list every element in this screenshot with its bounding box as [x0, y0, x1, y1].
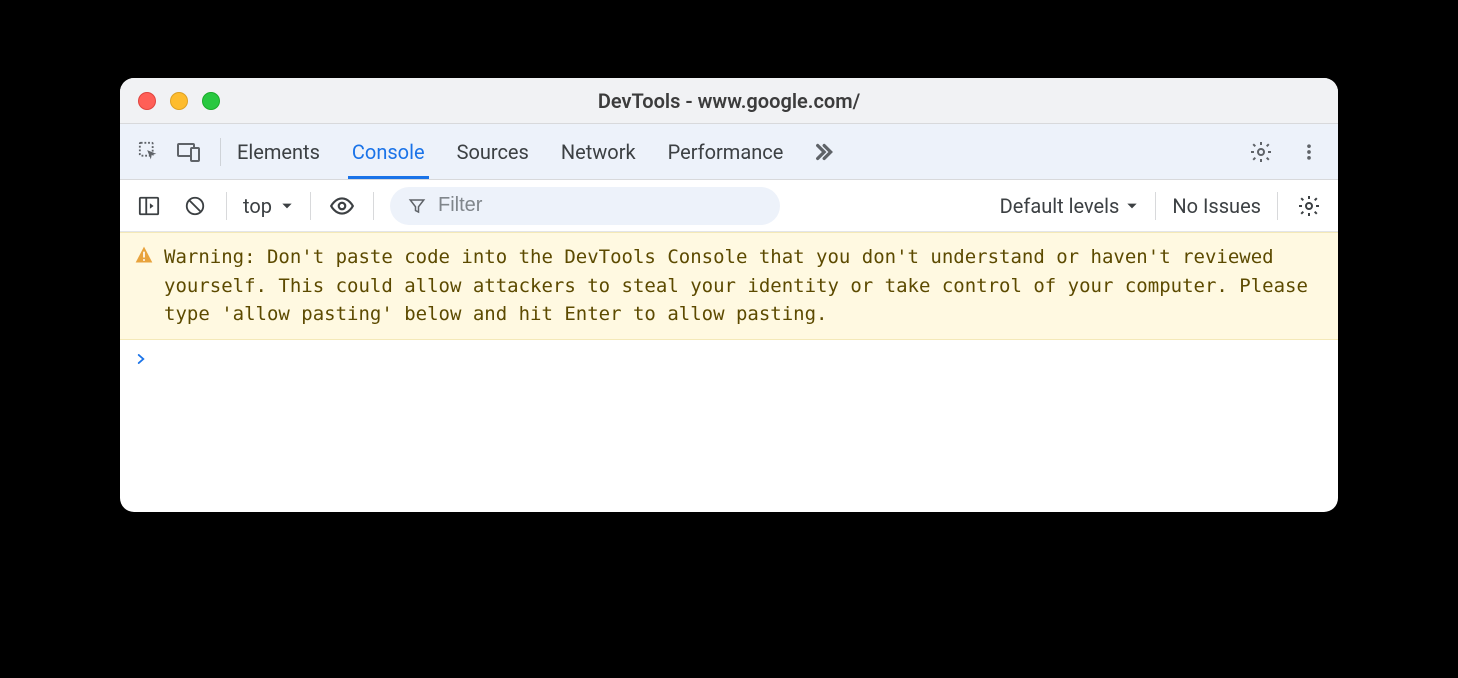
filter-box[interactable] — [390, 187, 780, 225]
kebab-menu-icon[interactable] — [1294, 137, 1324, 167]
device-toolbar-icon[interactable] — [174, 137, 204, 167]
chevron-down-icon — [280, 199, 294, 213]
log-levels-selector[interactable]: Default levels — [1000, 194, 1140, 218]
window-controls — [138, 92, 220, 110]
console-prompt[interactable] — [120, 340, 1338, 378]
filter-icon — [408, 197, 426, 215]
levels-label: Default levels — [1000, 194, 1120, 218]
divider — [310, 192, 311, 220]
warning-icon — [134, 245, 154, 329]
titlebar: DevTools - www.google.com/ — [120, 78, 1338, 124]
more-tabs-icon[interactable] — [807, 137, 837, 167]
tab-network[interactable]: Network — [561, 124, 636, 179]
console-toolbar: top Default levels No Issues — [120, 180, 1338, 232]
toggle-drawer-icon[interactable] — [134, 191, 164, 221]
console-warning-row: Warning: Don't paste code into the DevTo… — [120, 232, 1338, 340]
maximize-window-button[interactable] — [202, 92, 220, 110]
tab-console[interactable]: Console — [352, 124, 425, 179]
chevron-down-icon — [1125, 199, 1139, 213]
main-tabstrip: Elements Console Sources Network Perform… — [120, 124, 1338, 180]
warning-text: Warning: Don't paste code into the DevTo… — [164, 243, 1324, 329]
devtools-window: DevTools - www.google.com/ Elements Cons… — [120, 78, 1338, 512]
clear-console-icon[interactable] — [180, 191, 210, 221]
prompt-chevron-icon — [134, 352, 148, 366]
divider — [1277, 192, 1278, 220]
settings-icon[interactable] — [1246, 137, 1276, 167]
tabs: Elements Console Sources Network Perform… — [237, 124, 783, 179]
live-expression-icon[interactable] — [327, 191, 357, 221]
divider — [220, 138, 221, 166]
filter-input[interactable] — [438, 194, 762, 217]
tab-performance[interactable]: Performance — [668, 124, 784, 179]
console-body: Warning: Don't paste code into the DevTo… — [120, 232, 1338, 512]
console-settings-icon[interactable] — [1294, 191, 1324, 221]
issues-button[interactable]: No Issues — [1172, 194, 1261, 218]
divider — [373, 192, 374, 220]
minimize-window-button[interactable] — [170, 92, 188, 110]
tab-elements[interactable]: Elements — [237, 124, 320, 179]
divider — [1155, 192, 1156, 220]
divider — [226, 192, 227, 220]
context-label: top — [243, 194, 272, 218]
inspect-element-icon[interactable] — [134, 137, 164, 167]
tab-sources[interactable]: Sources — [457, 124, 529, 179]
execution-context-selector[interactable]: top — [243, 194, 294, 218]
window-title: DevTools - www.google.com/ — [120, 89, 1338, 113]
close-window-button[interactable] — [138, 92, 156, 110]
